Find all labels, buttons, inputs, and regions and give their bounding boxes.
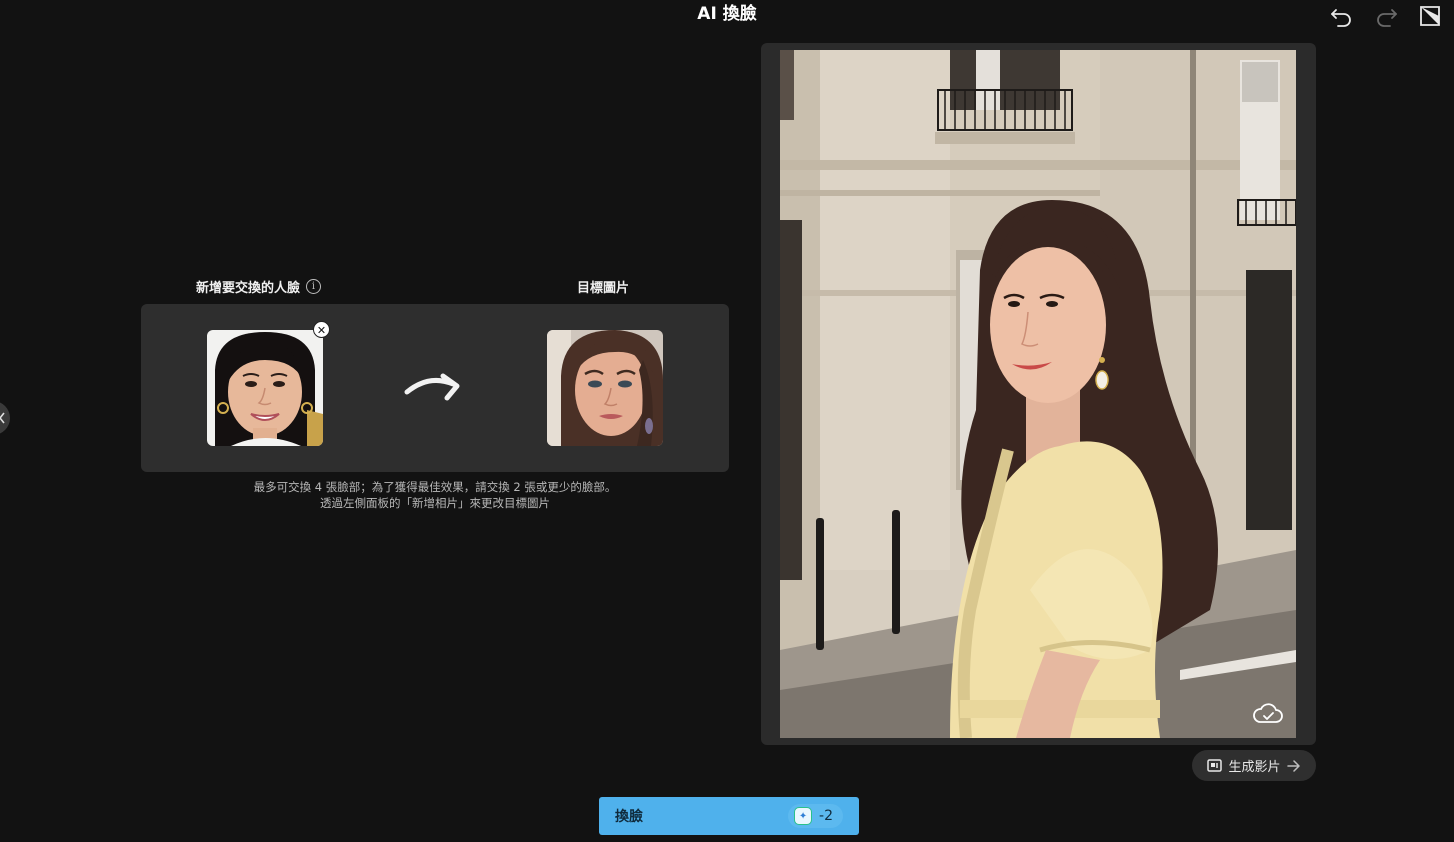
page-title: AI 換臉: [697, 4, 757, 24]
remove-face-button[interactable]: ✕: [313, 321, 330, 338]
export-icon[interactable]: [1414, 2, 1446, 30]
generate-video-label: 生成影片: [1228, 760, 1281, 775]
source-face-label: 新增要交換的人臉: [196, 281, 301, 296]
hint-line-2: 透過左側面板的「新增相片」來更改目標圖片: [320, 496, 550, 510]
target-image-thumbnail[interactable]: [547, 330, 663, 446]
face-swap-panel: ✕: [141, 304, 729, 472]
swap-hint: 最多可交換 4 張臉部；為了獲得最佳效果，請交換 2 張或更少的臉部。 透過左側…: [141, 479, 729, 511]
curved-arrow-icon: [404, 373, 460, 401]
source-face-heading: 新增要交換的人臉 i: [196, 277, 322, 296]
result-preview-image[interactable]: [780, 50, 1296, 738]
generate-video-button[interactable]: 生成影片: [1192, 750, 1316, 781]
video-icon: [1207, 759, 1223, 772]
swap-face-label: 換臉: [615, 809, 643, 825]
target-image-label: 目標圖片: [577, 281, 630, 296]
hint-line-1: 最多可交換 4 張臉部；為了獲得最佳效果，請交換 2 張或更少的臉部。: [253, 480, 617, 494]
app-window: AI 換臉 新增要交換的人臉 i 目標圖片 ✕ 最多可交換 4 張臉部；為了獲得…: [0, 0, 1454, 842]
chevron-left-icon: [0, 412, 5, 424]
swap-face-button[interactable]: 換臉 ✦ -2: [599, 797, 859, 835]
toolbar: [1326, 2, 1446, 30]
arrow-right-icon: [1286, 759, 1300, 772]
redo-icon[interactable]: [1370, 2, 1402, 30]
target-image-heading: 目標圖片: [577, 277, 629, 296]
info-icon[interactable]: i: [306, 279, 322, 294]
credit-cost-badge: ✦ -2: [788, 804, 843, 828]
source-face-thumbnail[interactable]: [207, 330, 323, 446]
credit-cost: -2: [819, 808, 833, 824]
collapse-sidebar-button[interactable]: [0, 401, 10, 435]
cloud-check-icon[interactable]: [1252, 702, 1284, 726]
undo-icon[interactable]: [1326, 2, 1358, 30]
result-preview-frame: [761, 43, 1316, 745]
credit-icon: ✦: [794, 807, 813, 825]
